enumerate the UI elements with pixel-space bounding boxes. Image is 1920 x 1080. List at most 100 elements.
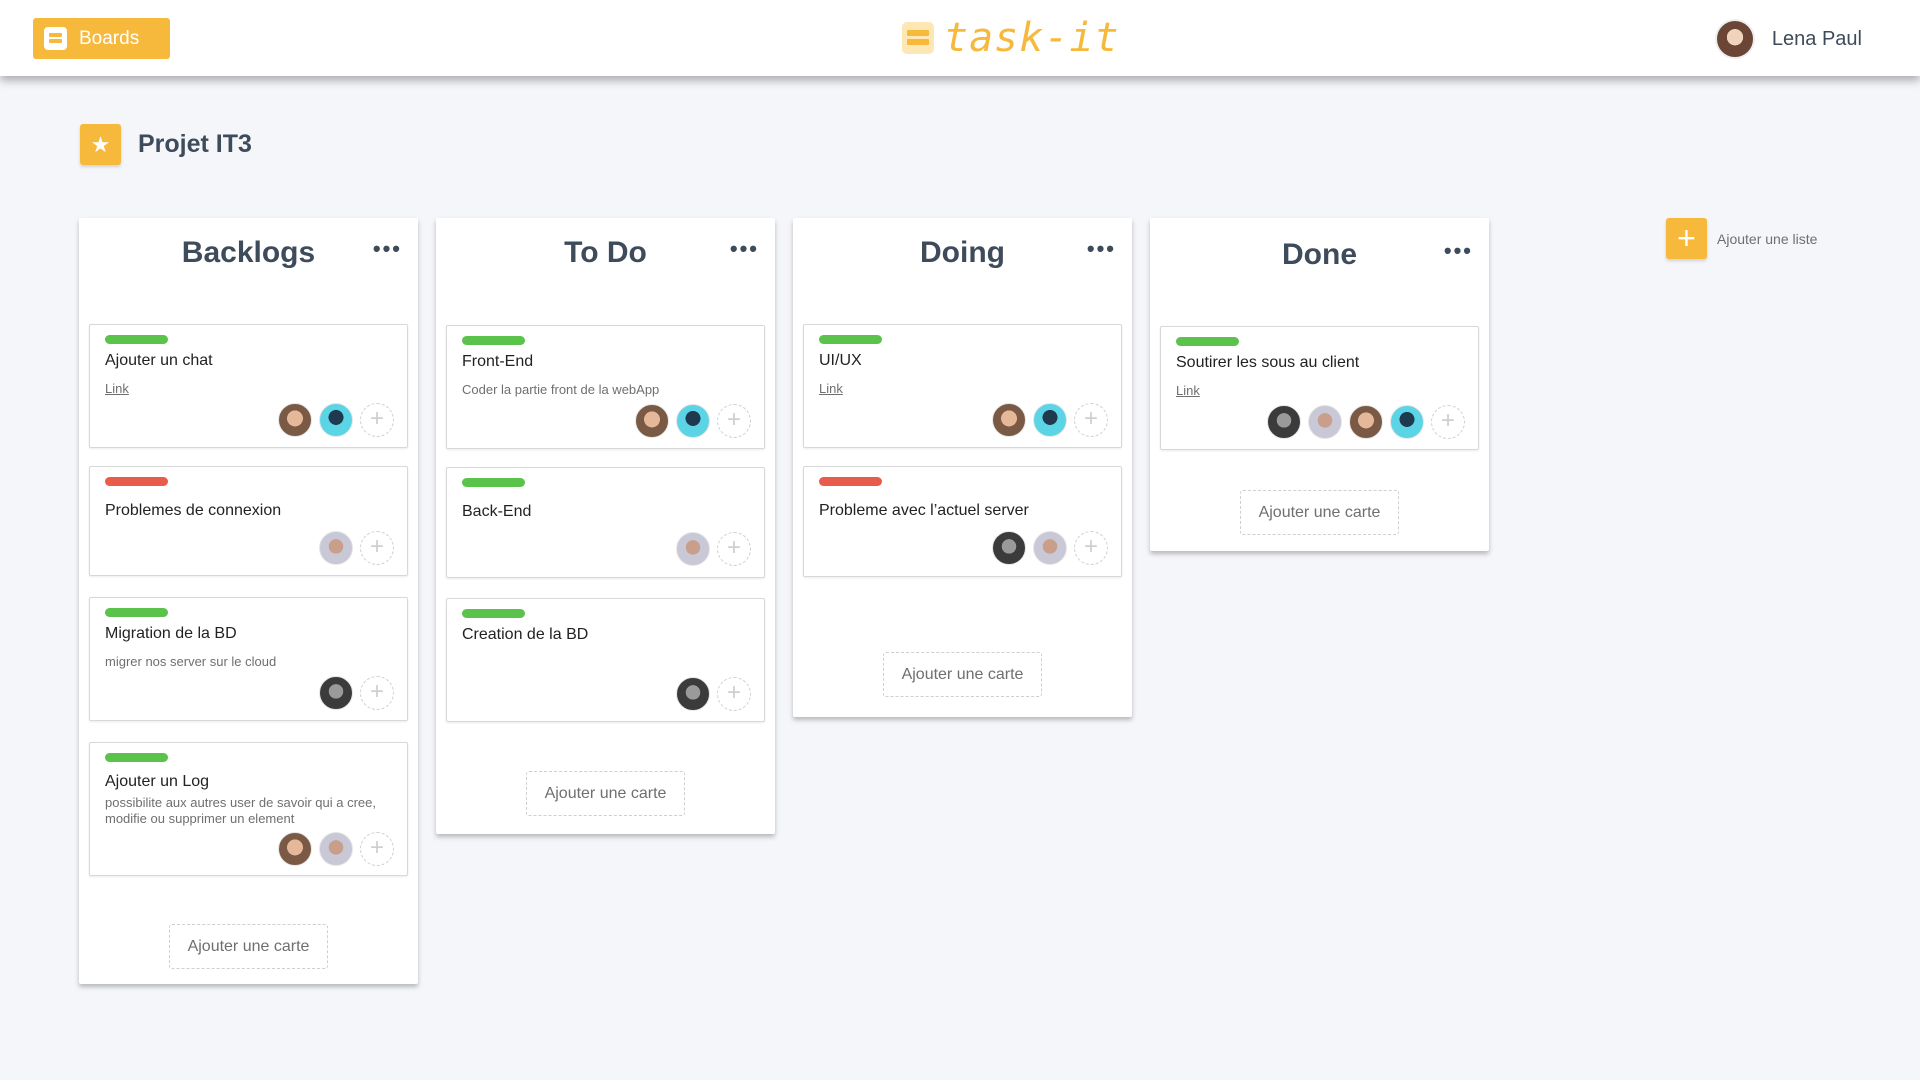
card[interactable]: UI/UX Link + — [803, 324, 1122, 448]
card-title: Ajouter un Log — [105, 773, 210, 790]
card-title: Problemes de connexion — [105, 502, 282, 519]
member-avatar[interactable] — [278, 832, 312, 866]
card[interactable]: Front-End Coder la partie front de la we… — [446, 325, 765, 449]
list-title: Doing — [920, 236, 1005, 269]
card-title: Soutirer les sous au client — [1176, 354, 1360, 371]
project-header: ★ Projet IT3 — [80, 124, 252, 165]
member-avatar[interactable] — [319, 832, 353, 866]
label-green — [105, 608, 168, 617]
list-title: Backlogs — [181, 236, 316, 269]
list-backlogs: Backlogs ••• Ajouter un chat Link + Prob… — [79, 218, 418, 984]
label-green — [462, 336, 525, 345]
card-title: Migration de la BD — [105, 625, 237, 642]
card-link[interactable]: Link — [105, 381, 129, 396]
add-member-icon[interactable]: + — [1431, 405, 1465, 439]
project-title: Projet IT3 — [138, 130, 252, 158]
card[interactable]: Probleme avec l’actuel server + — [803, 466, 1122, 577]
member-avatar[interactable] — [992, 531, 1026, 565]
card-members: + — [669, 532, 751, 566]
card-title: Ajouter un chat — [105, 352, 213, 369]
card-description: Coder la partie front de la webApp — [462, 382, 660, 397]
label-green — [1176, 337, 1239, 346]
boards-label: Boards — [79, 27, 140, 49]
star-icon[interactable]: ★ — [80, 124, 121, 165]
card-members: + — [1260, 405, 1465, 439]
card[interactable]: Creation de la BD + — [446, 598, 765, 722]
member-avatar[interactable] — [1267, 405, 1301, 439]
card-title: Probleme avec l’actuel server — [819, 502, 1029, 519]
card-title: UI/UX — [819, 352, 862, 369]
card-link[interactable]: Link — [1176, 383, 1200, 398]
list-done: Done ••• Soutirer les sous au client Lin… — [1150, 218, 1489, 551]
label-red — [819, 477, 882, 486]
add-member-icon[interactable]: + — [1074, 531, 1108, 565]
card[interactable]: Soutirer les sous au client Link + — [1160, 326, 1479, 450]
card-description: possibilite aux autres user de savoir qu… — [105, 795, 376, 826]
label-green — [819, 335, 882, 344]
card[interactable]: Migration de la BD migrer nos server sur… — [89, 597, 408, 721]
add-card-button[interactable]: Ajouter une carte — [526, 771, 685, 816]
card-description: migrer nos server sur le cloud — [105, 654, 277, 669]
list-menu-icon[interactable]: ••• — [1087, 236, 1116, 262]
member-avatar[interactable] — [676, 532, 710, 566]
plus-icon: + — [1666, 218, 1707, 259]
list-to-do: To Do ••• Front-End Coder la partie fron… — [436, 218, 775, 834]
member-avatar[interactable] — [1349, 405, 1383, 439]
boards-icon — [44, 27, 67, 50]
add-member-icon[interactable]: + — [360, 403, 394, 437]
card-members: + — [669, 677, 751, 711]
member-avatar[interactable] — [319, 676, 353, 710]
member-avatar[interactable] — [1308, 405, 1342, 439]
member-avatar[interactable] — [1033, 403, 1067, 437]
list-menu-icon[interactable]: ••• — [1444, 238, 1473, 264]
card-title: Front-End — [462, 353, 534, 370]
member-avatar[interactable] — [676, 404, 710, 438]
member-avatar[interactable] — [278, 403, 312, 437]
member-avatar[interactable] — [635, 404, 669, 438]
list-doing: Doing ••• UI/UX Link + Probleme avec l’a… — [793, 218, 1132, 717]
add-member-icon[interactable]: + — [717, 532, 751, 566]
add-member-icon[interactable]: + — [717, 404, 751, 438]
card[interactable]: Back-End + — [446, 467, 765, 578]
member-avatar[interactable] — [1390, 405, 1424, 439]
add-member-icon[interactable]: + — [360, 832, 394, 866]
member-avatar[interactable] — [319, 531, 353, 565]
card-members: + — [271, 403, 394, 437]
card-members: + — [312, 531, 394, 565]
boards-button[interactable]: Boards — [33, 18, 170, 59]
add-member-icon[interactable]: + — [360, 676, 394, 710]
add-card-button[interactable]: Ajouter une carte — [169, 924, 328, 969]
list-title: Done — [1282, 238, 1357, 271]
card[interactable]: Ajouter un chat Link + — [89, 324, 408, 448]
label-green — [105, 335, 168, 344]
add-member-icon[interactable]: + — [717, 677, 751, 711]
card-members: + — [312, 676, 394, 710]
user-menu[interactable]: Lena Paul — [1714, 19, 1862, 59]
add-member-icon[interactable]: + — [1074, 403, 1108, 437]
card[interactable]: Problemes de connexion + — [89, 466, 408, 576]
label-red — [105, 477, 168, 486]
user-avatar[interactable] — [1714, 19, 1755, 59]
add-member-icon[interactable]: + — [360, 531, 394, 565]
card[interactable]: Ajouter un Log possibilite aux autres us… — [89, 742, 408, 876]
card-members: + — [985, 531, 1108, 565]
user-name: Lena Paul — [1771, 27, 1862, 50]
add-card-button[interactable]: Ajouter une carte — [1240, 490, 1399, 535]
card-members: + — [628, 404, 751, 438]
card-title: Back-End — [462, 503, 532, 520]
member-avatar[interactable] — [676, 677, 710, 711]
label-green — [105, 753, 168, 762]
add-list-button[interactable]: + Ajouter une liste — [1666, 218, 1817, 259]
label-green — [462, 609, 525, 618]
list-menu-icon[interactable]: ••• — [730, 236, 759, 262]
logo-text: task-it — [944, 15, 1120, 61]
member-avatar[interactable] — [1033, 531, 1067, 565]
list-menu-icon[interactable]: ••• — [373, 236, 402, 262]
card-link[interactable]: Link — [819, 381, 843, 396]
label-green — [462, 478, 525, 487]
card-members: + — [985, 403, 1108, 437]
member-avatar[interactable] — [319, 403, 353, 437]
add-card-button[interactable]: Ajouter une carte — [883, 652, 1042, 697]
logo-icon — [902, 22, 934, 54]
member-avatar[interactable] — [992, 403, 1026, 437]
